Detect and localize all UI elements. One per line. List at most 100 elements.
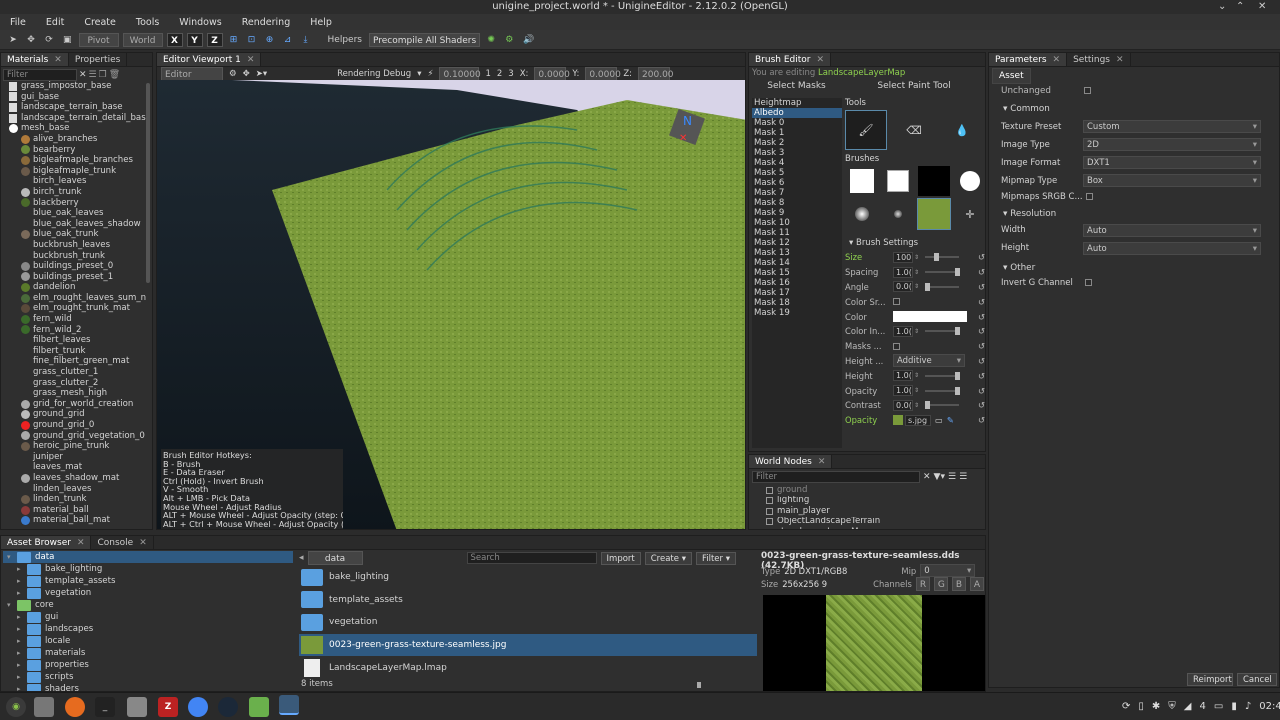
node-visibility-icon[interactable] [766, 497, 773, 505]
color-swatch[interactable] [893, 311, 967, 323]
material-item[interactable]: leaves_shadow_mat [3, 473, 146, 484]
setting-checkbox[interactable] [893, 298, 900, 306]
mask-item[interactable]: Mask 9 [752, 208, 842, 218]
mask-item[interactable]: Mask 19 [752, 308, 842, 318]
setting-checkbox[interactable] [893, 342, 900, 350]
asset-tree-item[interactable]: ▸ gui [3, 611, 293, 623]
material-item[interactable]: material_ball_mat [3, 515, 146, 526]
param-select[interactable]: Custom [1083, 120, 1261, 133]
zoom-slider[interactable] [697, 682, 701, 688]
setting-value[interactable]: 0.0( [893, 399, 913, 411]
width-select[interactable]: Auto [1083, 224, 1261, 237]
axis-z-button[interactable]: Z [206, 32, 223, 47]
menu-help[interactable]: Help [300, 17, 342, 28]
node-visibility-icon[interactable] [766, 518, 773, 526]
material-item[interactable]: ground_grid_0 [3, 420, 146, 431]
setting-value[interactable]: 1.0( [893, 385, 913, 397]
unigine-editor-icon[interactable] [279, 695, 299, 715]
sound-icon[interactable]: 🔊 [520, 33, 537, 47]
mask-item[interactable]: Mask 6 [752, 178, 842, 188]
channel-r-button[interactable]: R [915, 577, 930, 591]
asset-search-input[interactable]: Search [466, 552, 597, 564]
resolution-section-header[interactable]: ▾ Resolution [1003, 209, 1056, 219]
material-item[interactable]: bigleafmaple_branches [3, 155, 146, 166]
reset-icon[interactable]: ↺ [978, 312, 985, 322]
spin-arrows-icon[interactable]: ⇕ [914, 254, 919, 261]
mask-item[interactable]: Mask 1 [752, 128, 842, 138]
close-tab-icon[interactable]: ✕ [77, 538, 85, 548]
material-item[interactable]: grass_impostor_base [3, 81, 146, 92]
collapse-icon[interactable]: ☰ [948, 472, 956, 482]
setting-value[interactable]: 1.0( [893, 370, 913, 382]
setting-slider[interactable] [925, 327, 961, 336]
mask-item[interactable]: Mask 4 [752, 158, 842, 168]
tab-editor-viewport[interactable]: Editor Viewport 1 ✕ [157, 53, 262, 66]
close-window-icon[interactable]: ✕ [1258, 0, 1266, 14]
scale-icon[interactable]: ▣ [60, 33, 75, 47]
asset-file-item[interactable]: LandscapeLayerMap.lmap [299, 656, 757, 679]
back-icon[interactable]: ◂ [299, 553, 304, 563]
mask-item[interactable]: Mask 16 [752, 278, 842, 288]
display-icon[interactable]: ▭ [1214, 701, 1223, 712]
chrome-icon[interactable] [188, 697, 208, 717]
steam-icon[interactable] [218, 697, 238, 717]
mask-item[interactable]: Mask 14 [752, 258, 842, 268]
expand-arrow-icon[interactable]: ▸ [17, 587, 27, 599]
world-node-item[interactable]: ground [752, 485, 982, 496]
place-icon[interactable]: ⊕ [263, 33, 277, 47]
setting-value[interactable]: 0.0( [893, 281, 913, 293]
expand-arrow-icon[interactable]: ▸ [17, 647, 27, 659]
shield-icon[interactable]: ⛨ [1168, 701, 1176, 712]
opacity-texture-field[interactable]: s.jpg [905, 414, 931, 426]
setting-slider[interactable] [925, 282, 960, 291]
expand-arrow-icon[interactable]: ▾ [7, 599, 17, 611]
helpers-menu[interactable]: Helpers [325, 33, 365, 47]
axis-x-button[interactable]: X [166, 32, 183, 47]
material-item[interactable]: fern_wild [3, 314, 146, 325]
close-tab-icon[interactable]: ✕ [816, 55, 824, 65]
files-icon[interactable] [127, 697, 147, 717]
material-item[interactable]: buildings_preset_1 [3, 272, 146, 283]
menu-file[interactable]: File [0, 17, 36, 28]
clock[interactable]: 02:46 [1259, 701, 1280, 712]
expand-arrow-icon[interactable]: ▸ [17, 611, 27, 623]
battery-icon[interactable]: ▮ [1231, 701, 1237, 712]
unchanged-checkbox[interactable] [1084, 87, 1091, 94]
other-section-header[interactable]: ▾ Other [1003, 263, 1035, 273]
height-select[interactable]: Auto [1083, 242, 1261, 255]
slider-knob[interactable] [925, 282, 931, 291]
material-item[interactable]: filbert_leaves [3, 335, 146, 346]
settings-gear-icon[interactable]: ⚙ [502, 33, 516, 47]
menu-icon[interactable]: ◉ [6, 697, 26, 717]
brush-soft-circle[interactable] [845, 198, 879, 230]
material-item[interactable]: juniper [3, 452, 146, 463]
delete-icon[interactable]: 🗑 [109, 70, 120, 80]
terminal-icon[interactable]: _ [95, 697, 115, 717]
mask-item[interactable]: Mask 11 [752, 228, 842, 238]
edit-icon[interactable]: ✎ [947, 415, 954, 425]
mask-item[interactable]: Mask 5 [752, 168, 842, 178]
spin-arrows-icon[interactable]: ⇕ [914, 372, 919, 379]
material-item[interactable]: blue_oak_leaves [3, 208, 146, 219]
material-item[interactable]: bearberry [3, 145, 146, 156]
copy-icon[interactable]: ❐ [99, 70, 107, 80]
setting-slider[interactable] [925, 253, 960, 262]
material-item[interactable]: material_ball [3, 505, 146, 516]
reimport-button[interactable]: Reimport [1187, 673, 1233, 686]
gear-icon[interactable]: ⚙ [229, 69, 237, 79]
setting-slider[interactable] [925, 268, 961, 277]
expand-icon[interactable]: ☰ [959, 472, 967, 482]
slider-knob[interactable] [934, 253, 940, 262]
asset-tree-item[interactable]: ▾ core [3, 599, 293, 611]
setting-value[interactable]: 100 [893, 251, 913, 263]
firefox-icon[interactable] [65, 697, 85, 717]
layout-1-button[interactable]: 1 [485, 69, 490, 79]
mask-item[interactable]: Mask 15 [752, 268, 842, 278]
menu-create[interactable]: Create [74, 17, 126, 28]
mask-item[interactable]: Mask 3 [752, 148, 842, 158]
world-nodes-filter[interactable]: Filter [752, 471, 920, 483]
close-tab-icon[interactable]: ✕ [139, 538, 147, 548]
channel-b-button[interactable]: B [951, 577, 966, 591]
expand-arrow-icon[interactable]: ▸ [17, 671, 27, 683]
clipboard-icon[interactable]: ▯ [1138, 701, 1144, 712]
